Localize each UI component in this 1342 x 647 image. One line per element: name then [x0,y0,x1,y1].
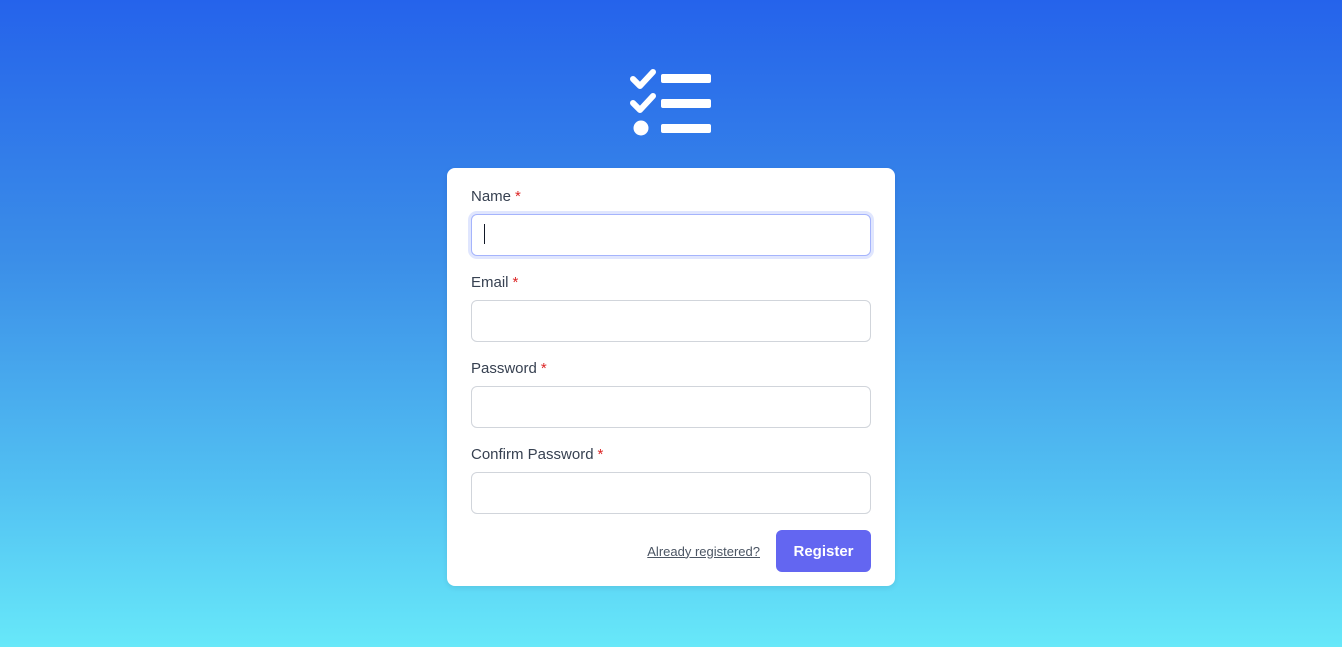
password-field: Password * [471,358,871,428]
password-label-text: Password [471,360,537,377]
register-card: Name * Email * Password * Confirm Password *… [447,168,895,586]
form-actions: Already registered? Register [471,530,871,572]
email-label: Email * [471,272,871,294]
name-field: Name * [471,186,871,256]
already-registered-link[interactable]: Already registered? [647,544,760,559]
email-field: Email * [471,272,871,342]
email-input[interactable] [471,300,871,342]
email-required-mark: * [512,274,519,291]
confirm-password-label-text: Confirm Password [471,446,594,463]
confirm-password-field: Confirm Password * [471,444,871,514]
checklist-logo-icon [630,68,712,138]
register-button[interactable]: Register [776,530,871,572]
name-input[interactable] [471,214,871,256]
confirm-password-required-mark: * [597,446,604,463]
name-required-mark: * [515,188,521,205]
password-required-mark: * [540,360,547,377]
password-input[interactable] [471,386,871,428]
name-label: Name * [471,186,871,208]
password-label: Password * [471,358,871,380]
name-label-text: Name [471,188,512,205]
confirm-password-label: Confirm Password * [471,444,871,466]
email-label-text: Email [471,274,509,291]
confirm-password-input[interactable] [471,472,871,514]
text-caret [484,224,485,244]
